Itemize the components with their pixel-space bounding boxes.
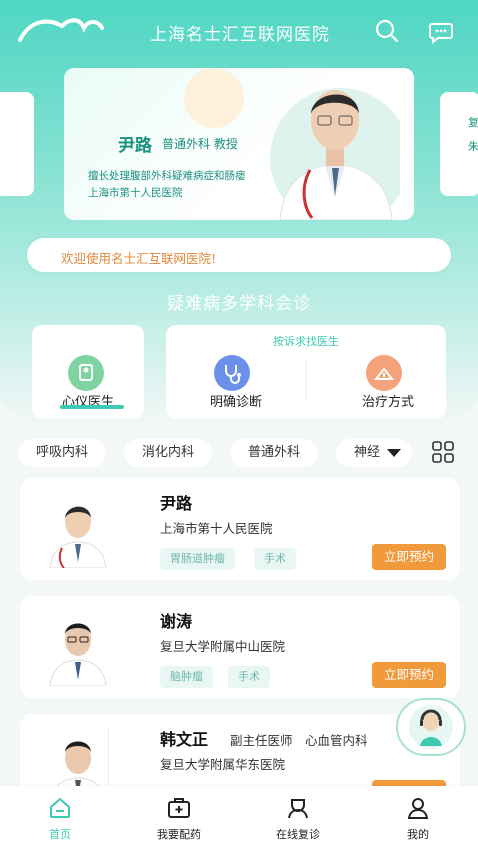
diagnosis-label: 明确诊断 <box>209 395 262 410</box>
doctor-name: 韩文正 <box>160 730 209 749</box>
favorite-doctor-card[interactable]: 心仪医生 <box>32 325 144 419</box>
welcome-text: 欢迎使用名士汇互联网医院! <box>61 251 217 266</box>
user-icon <box>407 798 429 819</box>
dept-tab-digestive[interactable]: 消化内科 <box>124 439 213 467</box>
dept-tab-general-surgery[interactable]: 普通外科 <box>230 439 319 467</box>
treatment-label: 治疗方式 <box>361 395 414 410</box>
doctor-avatar <box>49 506 107 568</box>
banner-next-text-2: 朱 <box>468 140 478 153</box>
doctor-tag: 胃肠道肿瘤 <box>160 548 235 570</box>
doctor-name: 尹路 <box>160 494 193 513</box>
book-now-button[interactable]: 立即预约 <box>372 662 446 688</box>
bottom-tab-bar: 首页 我要配药 在线复诊 我的 <box>0 786 478 850</box>
doctor-avatar <box>49 623 107 686</box>
banner-doctor-title: 普通外科 教授 <box>162 137 238 151</box>
doctor-tag: 脑肿瘤 <box>160 666 213 688</box>
doctor-banner[interactable]: 尹路 普通外科 教授 擅长处理腹部外科疑难病症和肠瘘 上海市第十人民医院 <box>64 68 414 220</box>
diagnosis-option[interactable]: 明确诊断 <box>166 325 306 419</box>
doctor-hospital: 复旦大学附属中山医院 <box>160 639 286 654</box>
message-icon[interactable] <box>428 18 454 44</box>
doctor-badge-icon <box>68 355 104 391</box>
doctor-photo <box>270 88 400 220</box>
dept-tab-respiratory[interactable]: 呼吸内科 <box>18 439 107 467</box>
banner-next-card[interactable]: 复 朱 <box>440 92 478 196</box>
customer-service-button[interactable] <box>396 698 466 756</box>
headset-agent-icon <box>409 705 453 749</box>
doctor-title: 副主任医师 心血管内科 <box>230 733 368 748</box>
tab-online-revisit[interactable]: 在线复诊 <box>250 786 346 850</box>
tab-home[interactable]: 首页 <box>12 786 108 850</box>
doctor-hospital: 上海市第十人民医院 <box>160 521 273 536</box>
active-indicator <box>60 405 124 409</box>
banner-desc-line2: 上海市第十人民医院 <box>88 187 183 199</box>
doctor-icon <box>288 799 308 819</box>
grid-icon[interactable] <box>432 441 454 463</box>
treatment-option[interactable]: 治疗方式 <box>306 325 446 419</box>
tab-profile-label: 我的 <box>407 828 429 841</box>
banner-decoration <box>184 68 244 128</box>
find-by-need-card: 按诉求找医生 明确诊断 治疗方式 <box>166 325 446 419</box>
dept-tab-neuro-label: 神经 <box>354 445 381 460</box>
banner-description: 擅长处理腹部外科疑难病症和肠瘘 上海市第十人民医院 <box>88 168 246 202</box>
doctor-card[interactable]: 谢涛 复旦大学附属中山医院 脑肿瘤 手术 立即预约 <box>20 596 460 698</box>
chevron-down-icon[interactable] <box>386 447 402 459</box>
doctor-name: 谢涛 <box>160 612 193 631</box>
banner-doctor-name: 尹路 <box>118 136 152 156</box>
book-now-button[interactable]: 立即预约 <box>372 544 446 570</box>
tab-profile[interactable]: 我的 <box>370 786 466 850</box>
stethoscope-icon <box>214 355 250 391</box>
tab-medicine-label: 我要配药 <box>157 828 201 841</box>
tab-home-label: 首页 <box>49 828 71 841</box>
home-icon <box>50 798 70 818</box>
doctor-tag: 手术 <box>254 548 296 570</box>
welcome-notice[interactable]: 欢迎使用名士汇互联网医院! <box>27 238 451 272</box>
department-filter-bar: 呼吸内科 消化内科 普通外科 神经 <box>0 433 478 469</box>
app-title: 上海名士汇互联网医院 <box>150 25 330 45</box>
top-bar: 上海名士汇互联网医院 <box>0 0 478 60</box>
banner-prev-card[interactable] <box>0 92 34 196</box>
medicine-box-icon <box>168 798 190 818</box>
banner-desc-line1: 擅长处理腹部外科疑难病症和肠瘘 <box>88 170 246 182</box>
tab-online-revisit-label: 在线复诊 <box>276 828 320 841</box>
search-icon[interactable] <box>374 18 400 44</box>
logo-icon <box>18 18 104 42</box>
doctor-hospital: 复旦大学附属华东医院 <box>160 757 286 772</box>
treatment-icon <box>366 355 402 391</box>
doctor-tag: 手术 <box>228 666 270 688</box>
banner-next-text-1: 复 <box>468 116 478 129</box>
tab-medicine[interactable]: 我要配药 <box>131 786 227 850</box>
consult-section-title: 疑难病多学科会诊 <box>167 294 311 314</box>
doctor-card[interactable]: 尹路 上海市第十人民医院 胃肠道肿瘤 手术 立即预约 <box>20 478 460 580</box>
